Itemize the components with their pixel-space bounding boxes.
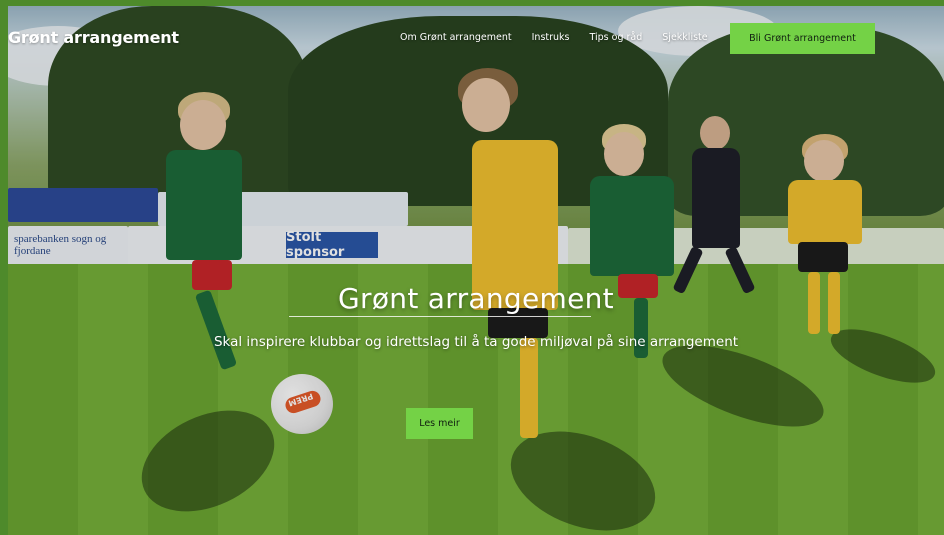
site-logo[interactable]: Grønt arrangement: [8, 28, 179, 47]
nav-link-instruks[interactable]: Instruks: [532, 32, 570, 43]
hero-title: Grønt arrangement: [338, 282, 614, 315]
nav-link-tips[interactable]: Tips og råd: [590, 32, 643, 43]
hero-subtitle: Skal inspirere klubbar og idrettslag til…: [213, 334, 739, 350]
main-nav: Om Grønt arrangement Instruks Tips og rå…: [400, 32, 728, 43]
hero-section: sparebanken sogn og fjordane Stolt spons…: [8, 6, 944, 535]
join-button[interactable]: Bli Grønt arrangement: [730, 23, 875, 54]
nav-link-sjekkliste[interactable]: Sjekkliste: [662, 32, 707, 43]
nav-link-om[interactable]: Om Grønt arrangement: [400, 32, 512, 43]
title-underline: [289, 316, 591, 317]
read-more-button[interactable]: Les meir: [406, 408, 473, 439]
hero-overlay: [8, 6, 944, 535]
